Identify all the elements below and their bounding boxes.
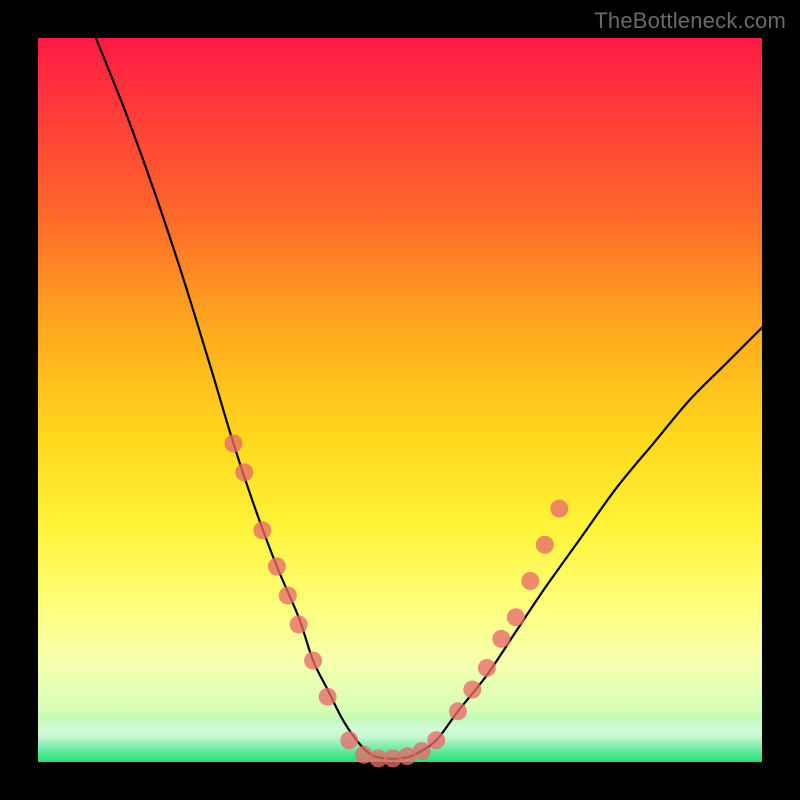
chart-overlay <box>38 38 762 762</box>
data-marker <box>304 652 322 670</box>
data-marker <box>427 731 445 749</box>
marker-group <box>225 434 569 767</box>
data-marker <box>279 587 297 605</box>
bottleneck-curve <box>96 38 762 759</box>
data-marker <box>235 463 253 481</box>
data-marker <box>463 681 481 699</box>
data-marker <box>290 615 308 633</box>
data-marker <box>536 536 554 554</box>
data-marker <box>521 572 539 590</box>
data-marker <box>253 521 271 539</box>
chart-container: TheBottleneck.com <box>0 0 800 800</box>
attribution-text: TheBottleneck.com <box>594 8 786 34</box>
data-marker <box>507 608 525 626</box>
data-marker <box>550 500 568 518</box>
data-marker <box>449 702 467 720</box>
data-marker <box>340 731 358 749</box>
data-marker <box>225 434 243 452</box>
plot-area <box>38 38 762 762</box>
data-marker <box>478 659 496 677</box>
data-marker <box>492 630 510 648</box>
data-marker <box>319 688 337 706</box>
data-marker <box>268 558 286 576</box>
data-marker <box>413 742 431 760</box>
